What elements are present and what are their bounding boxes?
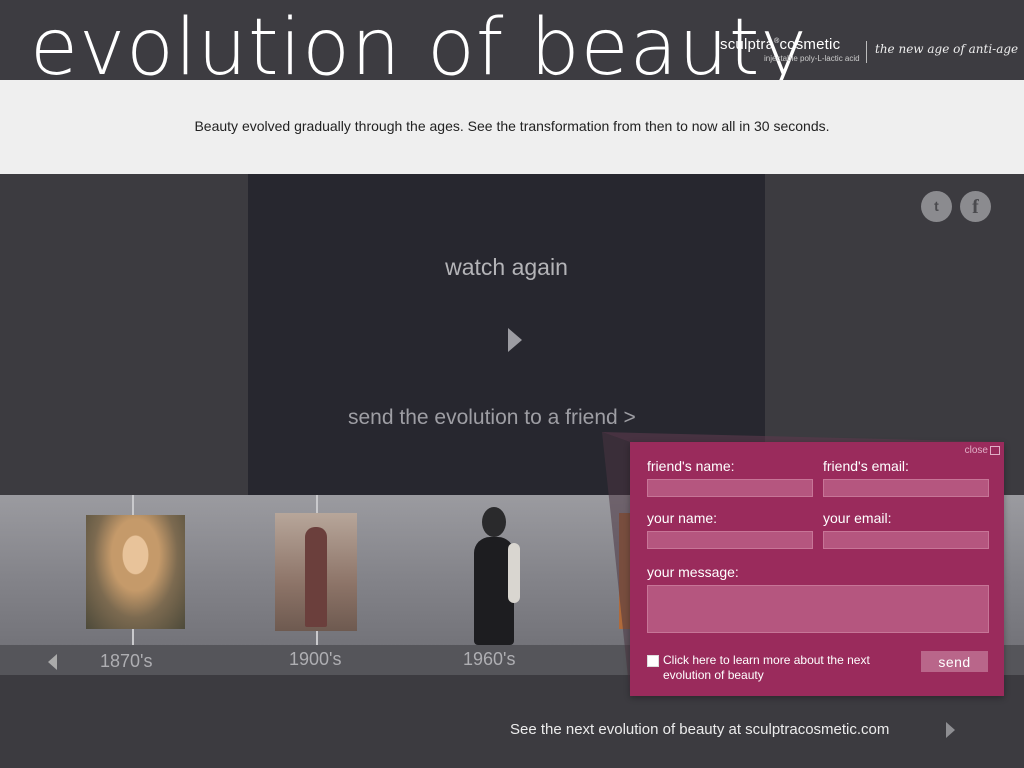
brand-subtitle: injectable poly-L-lactic acid (764, 54, 860, 63)
brand-name-suffix: cosmetic (779, 36, 841, 53)
message-label: your message: (647, 564, 739, 580)
intro-band: Beauty evolved gradually through the age… (0, 80, 1024, 174)
message-textarea[interactable] (647, 585, 989, 633)
timeline-tick (316, 495, 318, 515)
learn-more-checkbox-label[interactable]: Click here to learn more about the next … (663, 653, 873, 683)
footer-next-evolution-link[interactable]: See the next evolution of beauty at scul… (510, 721, 889, 738)
brand-name-main: sculptra (720, 36, 775, 53)
your-email-input[interactable] (823, 531, 989, 549)
timeline-tick (132, 495, 134, 515)
page-title: evolution of beauty (30, 3, 808, 93)
close-label: close (964, 445, 988, 456)
arrow-left-icon[interactable] (48, 654, 57, 670)
era-portrait-1900s[interactable] (275, 513, 357, 631)
friend-email-label: friend's email: (823, 458, 909, 474)
friend-name-input[interactable] (647, 479, 813, 497)
send-to-friend-form: close friend's name: friend's email: you… (630, 442, 1004, 696)
brand-logo[interactable]: sculptra®cosmetic injectable poly-L-lact… (720, 36, 860, 63)
era-label-1900s[interactable]: 1900's (289, 649, 341, 670)
send-to-friend-link[interactable]: send the evolution to a friend > (348, 406, 636, 430)
brand-name: sculptra®cosmetic (720, 36, 840, 53)
friend-email-input[interactable] (823, 479, 989, 497)
era-portrait-1960s[interactable] (468, 503, 528, 645)
intro-text: Beauty evolved gradually through the age… (194, 118, 830, 134)
header: evolution of beauty sculptra®cosmetic in… (0, 0, 1024, 92)
arrow-right-icon[interactable] (946, 722, 955, 738)
era-label-1870s[interactable]: 1870's (100, 651, 152, 672)
your-name-input[interactable] (647, 531, 813, 549)
close-icon (990, 445, 1000, 455)
watch-again-button[interactable]: watch again (248, 254, 765, 281)
your-email-label: your email: (823, 510, 892, 526)
portrait-figure-head (482, 507, 506, 537)
facebook-icon[interactable]: f (960, 191, 991, 222)
portrait-figure-arm (508, 543, 520, 603)
friend-name-label: friend's name: (647, 458, 735, 474)
era-label-1960s[interactable]: 1960's (463, 649, 515, 670)
brand-divider (866, 41, 867, 63)
era-portrait-1870s[interactable] (86, 515, 185, 629)
play-icon[interactable] (508, 328, 522, 352)
learn-more-checkbox[interactable] (647, 655, 659, 667)
close-button[interactable]: close (965, 445, 1000, 456)
brand-tagline: the new age of anti-age (875, 42, 1019, 56)
send-button[interactable]: send (921, 651, 988, 672)
portrait-figure (305, 527, 327, 627)
your-name-label: your name: (647, 510, 718, 526)
twitter-icon[interactable]: t (921, 191, 952, 222)
